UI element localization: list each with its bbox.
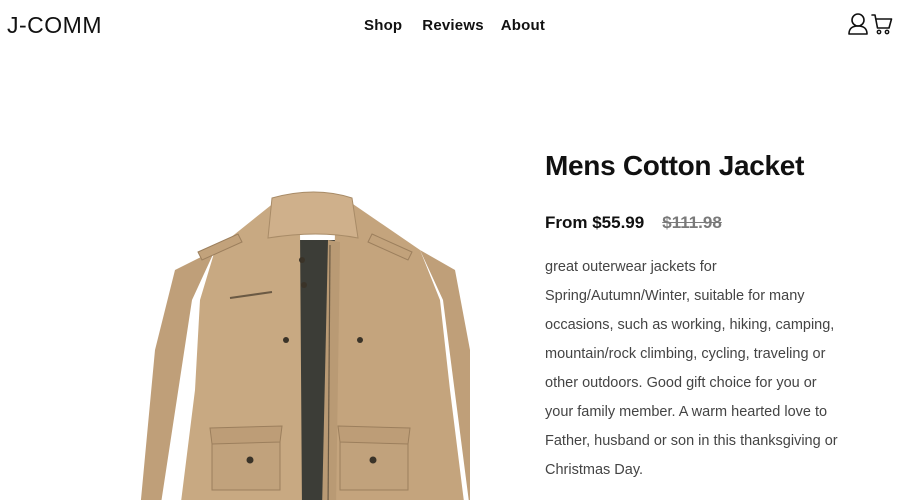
current-price: From $55.99 — [545, 213, 645, 232]
nav-shop-link[interactable]: Shop — [364, 17, 402, 34]
user-icon[interactable] — [847, 12, 869, 36]
product-title: Mens Cotton Jacket — [545, 150, 805, 181]
product-page: J-COMM Shop Reviews About Mens Cotton Ja… — [0, 0, 900, 500]
original-price: $111.98 — [662, 213, 722, 232]
site-logo[interactable]: J-COMM — [7, 12, 102, 39]
header-icons — [847, 12, 893, 36]
main-nav: Shop Reviews About — [364, 17, 545, 34]
product-image — [140, 190, 470, 500]
cart-icon[interactable] — [871, 12, 893, 36]
nav-reviews-link[interactable]: Reviews — [422, 17, 483, 34]
khaki-jacket-image — [140, 191, 470, 500]
price-row: From $55.99 $111.98 — [545, 213, 722, 233]
nav-about-link[interactable]: About — [501, 17, 545, 34]
product-description: great outerwear jackets for Spring/Autum… — [545, 259, 838, 478]
